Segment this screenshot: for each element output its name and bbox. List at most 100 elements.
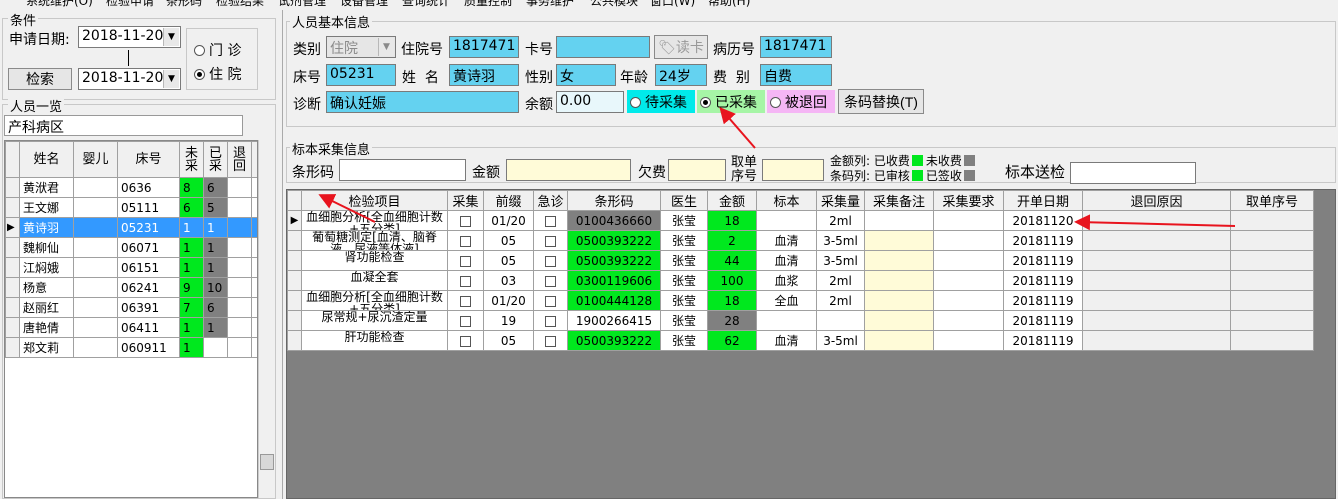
items-header-3[interactable]: 前缀 bbox=[483, 190, 534, 211]
collect-checkbox[interactable] bbox=[460, 215, 471, 227]
items-header-6[interactable]: 医生 bbox=[660, 190, 708, 211]
items-header-14[interactable]: 取单序号 bbox=[1230, 190, 1314, 211]
search-button[interactable]: 检索 bbox=[8, 68, 72, 90]
chevron-down-icon[interactable]: ▼ bbox=[378, 38, 394, 56]
items-row[interactable]: 肾功能检查 05 0500393222 张莹 44 血清 3-5ml 20181119 bbox=[287, 250, 1314, 271]
radio-outpatient[interactable]: 门 诊 bbox=[194, 40, 241, 60]
category-select[interactable]: 住院 ▼ bbox=[326, 36, 396, 58]
items-row[interactable]: ▶ 血细胞分析[全血细胞计数+五分类] 01/20 0100436660 张莹 18 2ml… bbox=[287, 210, 1314, 231]
people-header-2[interactable]: 床号 bbox=[117, 141, 180, 178]
items-cell bbox=[533, 250, 568, 271]
menu-item-8[interactable]: 事务维护 bbox=[526, 0, 574, 8]
items-header-12[interactable]: 开单日期 bbox=[1003, 190, 1083, 211]
menu-item-10[interactable]: 窗口(W) bbox=[650, 0, 695, 8]
items-row[interactable]: 血凝全套 03 0300119606 张莹 100 血浆 2ml 20181119 bbox=[287, 270, 1314, 291]
items-row[interactable]: 肝功能检查 05 0500393222 张莹 62 血清 3-5ml 20181119 bbox=[287, 330, 1314, 351]
collect-checkbox[interactable] bbox=[460, 235, 471, 247]
date-to-select[interactable]: 2018-11-20 ▼ bbox=[78, 68, 181, 90]
people-header-3[interactable]: 未采 bbox=[179, 141, 204, 178]
menu-item-1[interactable]: 检验申请 bbox=[106, 0, 154, 8]
items-header-4[interactable]: 急诊 bbox=[533, 190, 568, 211]
people-row[interactable]: 郑文莉 060911 1 bbox=[5, 337, 257, 358]
menu-item-4[interactable]: 试剂管理 bbox=[278, 0, 326, 8]
items-header-9[interactable]: 采集量 bbox=[816, 190, 865, 211]
people-row[interactable]: 黄洑君 0636 8 6 bbox=[5, 177, 257, 198]
barcode-input[interactable] bbox=[339, 159, 466, 181]
card-no-field[interactable] bbox=[556, 36, 650, 58]
urgent-checkbox[interactable] bbox=[545, 235, 556, 247]
items-header-0[interactable] bbox=[287, 190, 302, 211]
people-row[interactable]: 杨意 06241 9 10 bbox=[5, 277, 257, 298]
scrollbar-thumb[interactable] bbox=[260, 454, 274, 470]
items-header-1[interactable]: 检验项目 bbox=[301, 190, 448, 211]
collect-checkbox[interactable] bbox=[460, 335, 471, 347]
items-header-2[interactable]: 采集 bbox=[447, 190, 484, 211]
urgent-checkbox[interactable] bbox=[545, 295, 556, 307]
barcode-replace-button[interactable]: 条码替换(T) bbox=[838, 89, 924, 114]
urgent-checkbox[interactable] bbox=[545, 255, 556, 267]
items-header-13[interactable]: 退回原因 bbox=[1082, 190, 1231, 211]
items-header-11[interactable]: 采集要求 bbox=[933, 190, 1004, 211]
status-collected-radio[interactable]: 已采集 bbox=[697, 90, 765, 113]
menu-item-11[interactable]: 帮助(H) bbox=[708, 0, 750, 8]
people-row[interactable]: ▶ 黄诗羽 05231 1 1 bbox=[5, 217, 257, 238]
people-header-1[interactable]: 婴儿 bbox=[73, 141, 118, 178]
urgent-checkbox[interactable] bbox=[545, 275, 556, 287]
specimen-send-input[interactable] bbox=[1070, 162, 1196, 184]
sex-field[interactable]: 女 bbox=[556, 64, 616, 86]
amount-field[interactable] bbox=[506, 159, 631, 181]
items-header-5[interactable]: 条形码 bbox=[567, 190, 661, 211]
people-row[interactable]: 魏柳仙 06071 1 1 bbox=[5, 237, 257, 258]
items-header-10[interactable]: 采集备注 bbox=[864, 190, 934, 211]
items-row[interactable]: 尿常规+尿沉渣定量 19 1900266415 张莹 28 20181119 bbox=[287, 310, 1314, 331]
owed-field[interactable] bbox=[668, 159, 726, 181]
urgent-checkbox[interactable] bbox=[545, 215, 556, 227]
status-returned-radio[interactable]: 被退回 bbox=[767, 90, 835, 113]
collect-checkbox[interactable] bbox=[460, 275, 471, 287]
people-cell: 060911 bbox=[117, 337, 180, 358]
menu-item-9[interactable]: 公共模块 bbox=[590, 0, 638, 8]
people-row[interactable]: 江焖娥 06151 1 1 bbox=[5, 257, 257, 278]
menu-item-6[interactable]: 查询统计 bbox=[402, 0, 450, 8]
people-scrollbar[interactable] bbox=[258, 140, 275, 498]
menu-item-5[interactable]: 设备管理 bbox=[340, 0, 388, 8]
people-row[interactable]: 唐艳倩 06411 1 1 bbox=[5, 317, 257, 338]
menu-item-7[interactable]: 质量控制 bbox=[464, 0, 512, 8]
bed-field[interactable]: 05231 bbox=[326, 64, 396, 86]
people-header-0[interactable]: 姓名 bbox=[19, 141, 74, 178]
urgent-checkbox[interactable] bbox=[545, 315, 556, 327]
items-row[interactable]: 葡萄糖测定[血清、脑脊液、尿液等体液] 05 0500393222 张莹 2 血清 3-5m… bbox=[287, 230, 1314, 251]
items-cell: 0500393222 bbox=[567, 250, 661, 271]
order-no-field[interactable] bbox=[762, 159, 824, 181]
date-from-select[interactable]: 2018-11-20 ▼ bbox=[78, 26, 181, 48]
balance-field[interactable]: 0.00 bbox=[556, 91, 624, 113]
items-cell: 2ml bbox=[816, 270, 865, 291]
people-header-5[interactable]: 退回 bbox=[227, 141, 252, 178]
people-header-4[interactable]: 已采 bbox=[203, 141, 228, 178]
diagnosis-field[interactable]: 确认妊娠 bbox=[326, 91, 519, 113]
menu-item-3[interactable]: 检验结果 bbox=[216, 0, 264, 8]
items-header-8[interactable]: 标本 bbox=[756, 190, 817, 211]
fee-type-field[interactable]: 自费 bbox=[760, 64, 832, 86]
collect-checkbox[interactable] bbox=[460, 315, 471, 327]
urgent-checkbox[interactable] bbox=[545, 335, 556, 347]
record-no-field[interactable]: 1817471 bbox=[760, 36, 832, 58]
chevron-down-icon[interactable]: ▼ bbox=[163, 70, 179, 88]
items-cell bbox=[1230, 230, 1314, 251]
ward-field[interactable]: 产科病区 bbox=[4, 115, 243, 136]
collect-checkbox[interactable] bbox=[460, 295, 471, 307]
menu-item-2[interactable]: 条形码 bbox=[166, 0, 202, 8]
age-field[interactable]: 24岁 bbox=[655, 64, 707, 86]
read-card-button[interactable]: 🏷读卡 bbox=[654, 35, 708, 59]
menu-item-0[interactable]: 系统维护(O) bbox=[26, 0, 93, 8]
people-row[interactable]: 王文娜 05111 6 5 bbox=[5, 197, 257, 218]
chevron-down-icon[interactable]: ▼ bbox=[163, 28, 179, 46]
collect-checkbox[interactable] bbox=[460, 255, 471, 267]
radio-inpatient[interactable]: 住 院 bbox=[194, 64, 241, 84]
items-row[interactable]: 血细胞分析[全血细胞计数+五分类] 01/20 0100444128 张莹 18 全血 2m… bbox=[287, 290, 1314, 311]
people-row[interactable]: 赵丽红 06391 7 6 bbox=[5, 297, 257, 318]
items-header-7[interactable]: 金额 bbox=[707, 190, 757, 211]
name-field[interactable]: 黄诗羽 bbox=[449, 64, 519, 86]
admission-no-field[interactable]: 1817471 bbox=[449, 36, 519, 58]
status-pending-radio[interactable]: 待采集 bbox=[627, 90, 695, 113]
